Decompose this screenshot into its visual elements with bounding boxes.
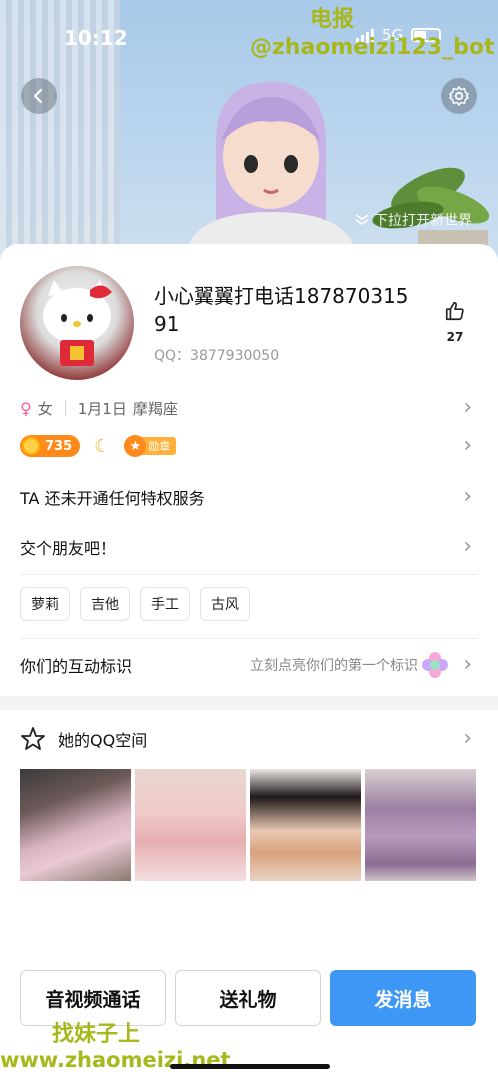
chevron-right-icon: ›: [463, 433, 472, 458]
qzone-photo[interactable]: [250, 769, 361, 881]
watermark-line1: 电报: [310, 7, 355, 32]
female-icon: ♀: [20, 398, 32, 418]
double-chevron-down-icon: [355, 214, 369, 225]
birthday-text: 1月1日: [77, 399, 127, 418]
qzone-star-icon: [21, 727, 45, 750]
interaction-hint: 立刻点亮你们的第一个标识: [250, 658, 418, 674]
tag-item[interactable]: 古风: [200, 587, 250, 621]
like-count: 27: [446, 330, 464, 344]
home-indicator: [170, 1064, 330, 1069]
coin-icon: [22, 437, 40, 455]
separator: [64, 401, 66, 415]
level-value: 735: [45, 438, 73, 454]
gear-icon: [449, 86, 469, 106]
qzone-photo[interactable]: [135, 769, 246, 881]
watermark-line2: @zhaomeizi123_bot: [250, 35, 495, 60]
pull-hint-text: 下拉打开新世界: [374, 213, 472, 229]
back-button[interactable]: [21, 78, 57, 114]
qzone-row[interactable]: 她的QQ空间 ›: [20, 724, 478, 754]
thumbs-up-icon[interactable]: [444, 300, 466, 322]
hello-kitty-avatar-image: [43, 280, 112, 366]
interaction-marks-row[interactable]: 你们的互动标识 立刻点亮你们的第一个标识 ›: [20, 650, 478, 680]
settings-button[interactable]: [441, 78, 477, 114]
interest-tags: 萝莉 吉他 手工 古风: [20, 587, 250, 621]
chevron-left-icon: [33, 88, 43, 104]
chevron-right-icon: ›: [463, 534, 472, 559]
pull-down-hint[interactable]: 下拉打开新世界: [354, 210, 472, 230]
chevron-right-icon: ›: [463, 484, 472, 509]
basic-info-row[interactable]: ♀ 女 1月1日 摩羯座 ›: [20, 394, 478, 422]
gender-text: 女: [37, 399, 53, 418]
flower-icon: [422, 652, 448, 678]
qzone-photo[interactable]: [20, 769, 131, 881]
zodiac-text: 摩羯座: [132, 399, 178, 418]
watermark-top: 电报 @zhaomeizi123_bot: [250, 6, 498, 62]
chevron-right-icon: ›: [463, 652, 472, 677]
send-gift-button[interactable]: 送礼物: [175, 970, 321, 1026]
chevron-right-icon: ›: [463, 726, 472, 751]
nickname: 小心翼翼打电话18787031591: [154, 284, 409, 336]
medal-badge: ★ 勋章: [124, 435, 177, 457]
divider: [20, 638, 478, 639]
friend-text: 交个朋友吧！: [20, 539, 117, 558]
privilege-text: TA 还未开通任何特权服务: [20, 489, 205, 508]
section-gap: [0, 696, 498, 710]
level-badge: 735: [20, 435, 81, 457]
badges-row[interactable]: 735 ☾ ★ 勋章 ›: [20, 432, 478, 460]
qzone-photo-strip: [20, 769, 476, 881]
make-friends-row[interactable]: 交个朋友吧！ ›: [20, 532, 478, 562]
send-message-button[interactable]: 发消息: [330, 970, 476, 1026]
avatar[interactable]: [20, 266, 134, 380]
privilege-row[interactable]: TA 还未开通任何特权服务 ›: [20, 482, 478, 512]
moon-icon: ☾: [94, 435, 111, 457]
profile-card: 小心翼翼打电话18787031591 QQ：3877930050 27 ♀ 女 …: [0, 244, 498, 1080]
tag-item[interactable]: 手工: [140, 587, 190, 621]
profile-header-banner: 10:12 5G 下拉打开新世界 电报 @zhaomeizi123_bot: [0, 0, 498, 270]
status-time: 10:12: [64, 26, 128, 50]
watermark-bottom-line1: 找妹子上: [52, 1022, 141, 1047]
tag-item[interactable]: 吉他: [80, 587, 130, 621]
qq-number[interactable]: QQ：3877930050: [154, 345, 279, 365]
qzone-photo[interactable]: [365, 769, 476, 881]
interaction-title: 你们的互动标识: [20, 657, 133, 676]
avatar-3d-character: [186, 82, 356, 262]
qzone-title: 她的QQ空间: [58, 731, 148, 750]
chevron-right-icon: ›: [463, 395, 472, 420]
divider: [20, 574, 478, 575]
tag-item[interactable]: 萝莉: [20, 587, 70, 621]
